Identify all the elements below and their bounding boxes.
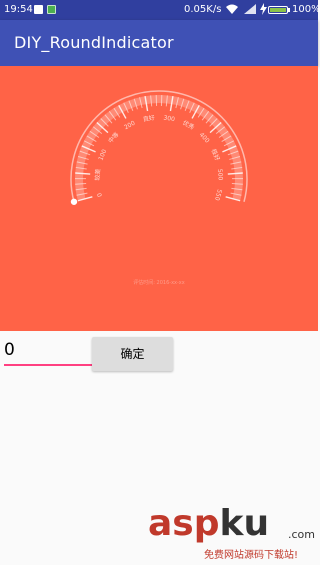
confirm-button[interactable]: 确定	[92, 337, 173, 371]
gauge-tick	[231, 183, 243, 185]
app-notification-icon	[47, 5, 56, 14]
gauge-tick-label: 300	[163, 114, 176, 123]
signal-icon	[244, 4, 256, 14]
gauge-tick-label: 优秀	[181, 119, 195, 132]
watermark-logo: aspku .com 免费网站源码下载站!	[148, 504, 318, 565]
gauge-tick-label: 400	[198, 131, 211, 144]
gauge-panel: 0 较差 100 中等 200 良好 300 优秀 400 极好 500 550 评估时间: 2016…	[0, 66, 318, 331]
gauge-tick-label: 较差	[93, 168, 102, 181]
gauge-tick-label: 100	[97, 148, 108, 161]
status-bar: 19:54 0.05K/s 100%	[0, 0, 320, 20]
gauge-tick-label: 良好	[142, 113, 155, 123]
watermark-main-text: aspku	[148, 504, 269, 544]
gauge-tick	[75, 183, 87, 185]
gauge-outer-arc	[70, 90, 248, 202]
wifi-icon	[226, 4, 238, 14]
battery-icon	[268, 6, 288, 14]
gauge-tick-label: 0	[96, 192, 104, 198]
watermark-subtitle: 免费网站源码下载站!	[204, 550, 299, 561]
round-indicator-gauge: 0 较差 100 中等200 良好 300 优秀400 极好 500 550 评估时间: 2016…	[70, 90, 248, 286]
charging-icon	[260, 3, 267, 15]
gauge-tick-label: 中等	[106, 130, 120, 144]
gauge-tick-label: 500	[216, 169, 224, 181]
gauge-tick-labels: 0 较差 100 中等200 良好 300 优秀400 极好 500 550	[93, 113, 224, 201]
gauge-end-label: 550	[213, 188, 223, 201]
app-title: DIY_RoundIndicator	[14, 33, 174, 52]
notification-icon	[34, 5, 43, 14]
gauge-ticks	[70, 90, 248, 202]
watermark-part-ku: ku	[219, 503, 270, 544]
battery-tip	[288, 8, 290, 12]
gauge-indicator-dot	[70, 198, 78, 205]
network-speed: 0.05K/s	[184, 4, 222, 15]
watermark-dotcom: .com	[288, 528, 315, 541]
status-time: 19:54	[4, 4, 33, 15]
gauge-tick-label: 200	[123, 120, 137, 132]
value-input[interactable]	[4, 338, 92, 366]
watermark-part-asp: asp	[148, 503, 220, 544]
gauge-footer-text: 评估时间: 2016-xx-xx	[133, 279, 184, 286]
battery-level-fill	[270, 8, 286, 12]
gauge-tick-label: 极好	[209, 148, 221, 162]
app-bar: DIY_RoundIndicator	[0, 20, 318, 66]
battery-percent: 100%	[292, 4, 320, 15]
